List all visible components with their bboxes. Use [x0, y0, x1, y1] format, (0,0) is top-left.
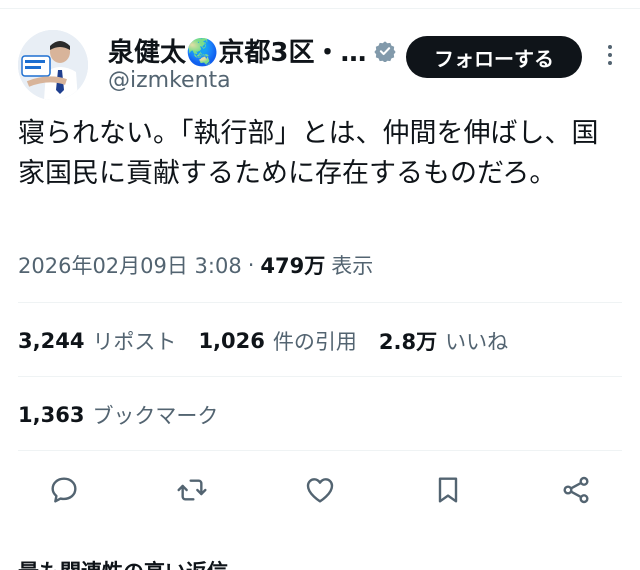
- bookmarks-count: 1,363: [18, 403, 85, 427]
- like-icon: [306, 478, 334, 503]
- handle[interactable]: @izmkenta: [108, 68, 231, 93]
- share-icon: [563, 476, 589, 504]
- verified-badge-icon: [374, 40, 397, 62]
- more-icon[interactable]: [598, 42, 622, 72]
- view-label: 表示: [331, 254, 374, 278]
- avatar[interactable]: [18, 30, 88, 100]
- tweet-datetime[interactable]: 2026年02月09日 3:08: [18, 250, 242, 280]
- retweet-button[interactable]: [172, 470, 212, 510]
- likes-count: 2.8万: [378, 330, 438, 354]
- replies-sort-label[interactable]: 最も関連性の高い返信 ⌄: [18, 556, 253, 570]
- follow-button[interactable]: フォローする: [406, 36, 582, 78]
- retweets-label: リポスト: [92, 330, 177, 354]
- likes-stat[interactable]: 2.8万 いいね: [379, 326, 508, 356]
- share-button[interactable]: [556, 470, 596, 510]
- quotes-count: 1,026: [198, 329, 265, 353]
- engagement-stats: 3,244 リポスト 1,026 件の引用 2.8万 いいね: [18, 326, 530, 356]
- likes-label: いいね: [445, 330, 509, 354]
- retweets-count: 3,244: [18, 329, 85, 353]
- tweet-meta: 2026年02月09日 3:08 · 479万 表示: [18, 250, 373, 280]
- meta-separator: ·: [247, 253, 255, 277]
- bookmark-button[interactable]: [428, 470, 468, 510]
- display-name[interactable]: 泉健太🌏京都3区・…: [108, 32, 366, 69]
- bookmark-icon: [438, 477, 458, 503]
- top-divider: [0, 8, 640, 9]
- retweet-icon: [177, 479, 207, 501]
- quotes-label: 件の引用: [272, 330, 357, 354]
- divider: [18, 302, 622, 303]
- bookmarks-label: ブックマーク: [92, 404, 219, 428]
- retweets-stat[interactable]: 3,244 リポスト: [18, 326, 176, 356]
- divider: [18, 450, 622, 451]
- action-bar: [0, 470, 640, 514]
- bookmarks-stat[interactable]: 1,363 ブックマーク: [18, 400, 218, 430]
- quotes-stat[interactable]: 1,026 件の引用: [198, 326, 356, 356]
- tweet-text: 寝られない。「執行部」とは、仲間を伸ばし、国家国民に貢献するために存在するものだ…: [18, 118, 599, 189]
- view-count: 479万: [260, 254, 326, 278]
- tweet-header: 泉健太🌏京都3区・… @izmkenta フォローする: [0, 22, 640, 102]
- reply-button[interactable]: [44, 470, 84, 510]
- reply-icon: [51, 477, 77, 503]
- like-button[interactable]: [300, 470, 340, 510]
- divider: [18, 376, 622, 377]
